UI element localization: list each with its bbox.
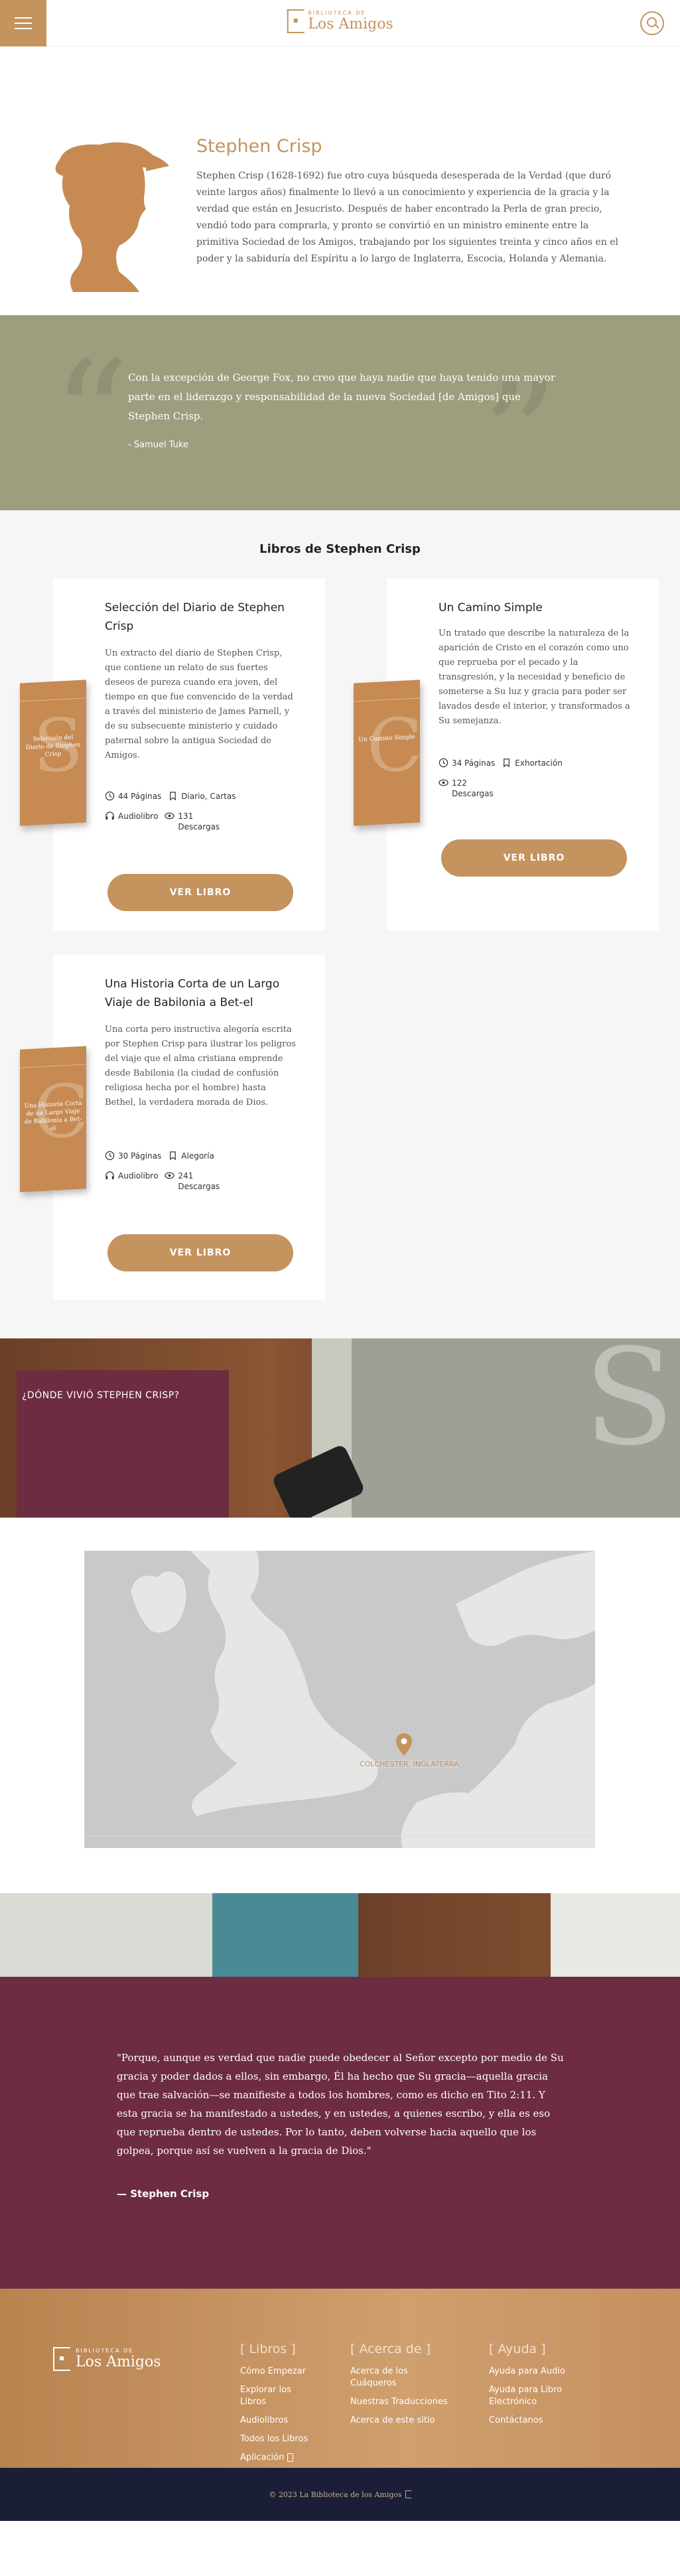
clock-icon: [105, 1151, 115, 1161]
footer-link[interactable]: Todos los Libros: [240, 2433, 308, 2445]
logo-bracket-icon: [287, 9, 305, 33]
book-category: Alegoría: [181, 1151, 214, 1161]
footer-logo[interactable]: BIBLIOTECA DE Los Amigos: [53, 2347, 161, 2371]
book-cover-image: C Un Camino Simple: [354, 680, 423, 826]
books-section: Libros de Stephen Crisp S Selección del …: [0, 510, 680, 1338]
view-book-button[interactable]: VER LIBRO: [107, 1234, 293, 1271]
logo-big-text: Los Amigos: [308, 16, 393, 33]
download-icon: [439, 779, 448, 786]
footer-link[interactable]: Explorar los Libros: [240, 2384, 306, 2408]
open-quote-icon: “: [52, 329, 130, 506]
book-audio-label: Audiolibro: [118, 1171, 159, 1181]
footer-column-ayuda: [ Ayuda ] Ayuda para Audio Ayuda para Li…: [489, 2342, 575, 2433]
book-downloads-label: Descargas: [452, 789, 494, 798]
site-footer: BIBLIOTECA DE Los Amigos [ Libros ] Cómo…: [0, 2289, 680, 2521]
site-logo[interactable]: BIBLIOTECA DE Los Amigos: [287, 9, 393, 33]
author-section: Stephen Crisp Stephen Crisp (1628-1692) …: [0, 46, 680, 315]
book-pages: 30 Páginas: [118, 1151, 162, 1161]
book-downloads-count: 131: [178, 812, 194, 821]
book-downloads-count: 241: [178, 1171, 194, 1181]
view-book-button[interactable]: VER LIBRO: [107, 874, 293, 911]
location-map[interactable]: COLCHESTER, INGLATERRA: [84, 1551, 595, 1848]
footer-column-title: [ Ayuda ]: [489, 2342, 546, 2356]
footer-link[interactable]: Ayuda para Audio: [489, 2366, 575, 2378]
book-downloads-label: Descargas: [178, 822, 220, 831]
book-title[interactable]: Selección del Diario de Stephen Crisp: [105, 599, 304, 636]
author-silhouette-image: [55, 142, 169, 292]
bookmark-icon: [504, 758, 510, 768]
logo-bracket-icon: [405, 2490, 411, 2498]
map-section: COLCHESTER, INGLATERRA: [0, 1518, 680, 1893]
bookmark-icon: [170, 792, 176, 801]
book-category: Diario, Cartas: [181, 792, 236, 801]
author-bio: Stephen Crisp (1628-1692) fue otro cuya …: [196, 171, 619, 264]
footer-link[interactable]: Cómo Empezar: [240, 2366, 308, 2378]
hamburger-icon: [15, 17, 32, 19]
footer-column-title: [ Acerca de ]: [350, 2342, 431, 2356]
book-card: C Una Historia Corta de un Largo Viaje d…: [20, 955, 325, 1300]
books-photo-band: [0, 1893, 680, 1977]
footer-column-title: [ Libros ]: [240, 2342, 296, 2356]
footer-column-libros: [ Libros ] Cómo Empezar Explorar los Lib…: [240, 2342, 308, 2470]
featured-quote-text: "Porque, aunque es verdad que nadie pued…: [117, 2052, 564, 2157]
download-icon: [165, 1172, 175, 1179]
quote-text: Con la excepción de George Fox, no creo …: [128, 372, 555, 422]
book-description: Un tratado que describe la naturaleza de…: [439, 628, 630, 726]
book-downloads-count: 122: [452, 778, 467, 788]
book-description: Un extracto del diario de Stephen Crisp,…: [105, 648, 293, 760]
book-cover-image: S Selección del Diario de Stephen Crisp: [20, 680, 86, 826]
footer-link[interactable]: Contáctanos: [489, 2415, 575, 2427]
book-card: C Un Camino Simple Un Camino Simple Un t…: [354, 579, 659, 930]
map-graphic: [84, 1551, 595, 1848]
footer-column-acerca: [ Acerca de ] Acerca de los Cuáqueros Nu…: [350, 2342, 448, 2433]
where-lived-title: ¿DÓNDE VIVIÓ STEPHEN CRISP?: [22, 1390, 180, 1401]
book-category: Exhortación: [515, 758, 563, 768]
phone-icon: [287, 2453, 293, 2462]
book-card: S Selección del Diario de Stephen Crisp …: [20, 579, 325, 930]
footer-link[interactable]: Nuestras Traducciones: [350, 2396, 448, 2408]
download-icon: [165, 812, 175, 820]
featured-quote: "Porque, aunque es verdad que nadie pued…: [0, 1977, 680, 2289]
site-header: BIBLIOTECA DE Los Amigos: [0, 0, 680, 46]
bookmark-icon: [170, 1151, 176, 1161]
book-pages: 44 Páginas: [118, 792, 162, 801]
author-name: Stephen Crisp: [196, 136, 322, 157]
book-downloads-label: Descargas: [178, 1182, 220, 1191]
copyright: © 2023 La Biblioteca de los Amigos: [0, 2468, 680, 2521]
book-title[interactable]: Un Camino Simple: [439, 599, 638, 617]
quote-author: - Samuel Tuke: [128, 440, 188, 450]
footer-link[interactable]: Ayuda para Libro Electrónico: [489, 2384, 575, 2408]
headphones-icon: [105, 812, 114, 820]
book-audio-label: Audiolibro: [118, 812, 159, 821]
clock-icon: [105, 791, 115, 801]
books-section-title: Libros de Stephen Crisp: [259, 542, 421, 556]
book-title[interactable]: Una Historia Corta de un Largo Viaje de …: [105, 975, 304, 1012]
footer-link[interactable]: Acerca de los Cuáqueros: [350, 2366, 417, 2390]
book-description: Una corta pero instructiva alegoría escr…: [105, 1025, 296, 1108]
footer-link[interactable]: Acerca de este sitio: [350, 2415, 448, 2427]
book-pages: 34 Páginas: [452, 758, 496, 768]
map-location-label: COLCHESTER, INGLATERRA: [360, 1760, 459, 1768]
quote-band: “ ” Con la excepción de George Fox, no c…: [0, 315, 680, 514]
book-cover-image: C Una Historia Corta de un Largo Viaje d…: [20, 1046, 89, 1192]
search-icon[interactable]: [640, 11, 664, 35]
view-book-button[interactable]: VER LIBRO: [441, 839, 627, 877]
menu-button[interactable]: [0, 0, 46, 46]
headphones-icon: [105, 1171, 114, 1180]
clock-icon: [439, 758, 448, 768]
footer-link[interactable]: Audiolibros: [240, 2415, 308, 2427]
logo-bracket-icon: [53, 2347, 70, 2371]
map-pin-icon[interactable]: [396, 1733, 412, 1756]
featured-quote-author: — Stephen Crisp: [117, 2188, 210, 2200]
footer-link-app[interactable]: Aplicación: [240, 2452, 308, 2464]
